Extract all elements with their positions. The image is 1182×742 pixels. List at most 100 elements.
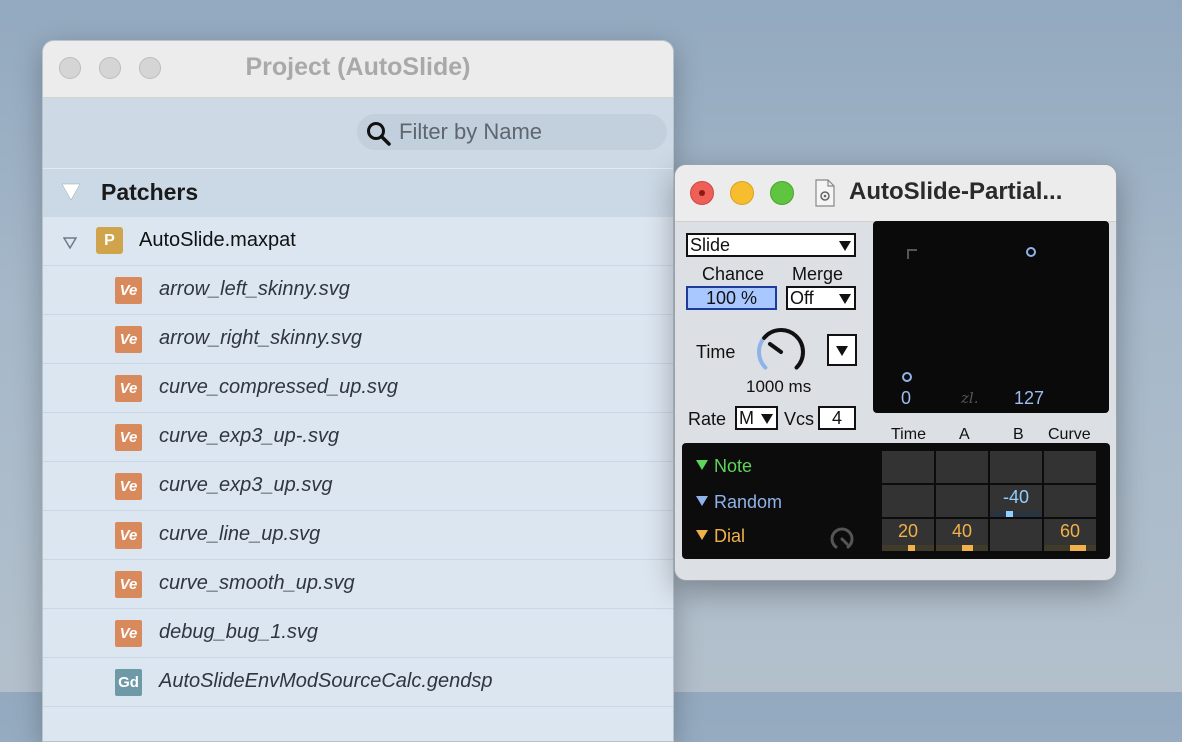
vcs-label: Vcs	[784, 409, 815, 429]
matrix-header-curve: Curve	[1048, 426, 1091, 443]
disclosure-triangle-icon[interactable]	[61, 183, 81, 206]
cell-bar-indicator	[962, 545, 973, 551]
file-name: AutoSlide.maxpat	[139, 229, 296, 251]
chevron-down-icon	[839, 294, 851, 304]
source-random[interactable]: Random	[696, 492, 782, 513]
file-row[interactable]: Ve curve_line_up.svg	[43, 511, 673, 560]
cell-note-time[interactable]	[882, 451, 934, 483]
close-button[interactable]	[690, 181, 714, 205]
device-window-title: AutoSlide-Partial...	[849, 178, 1063, 205]
vcs-number-box[interactable]: 4	[818, 406, 856, 430]
disclosure-open-icon[interactable]	[62, 236, 78, 254]
file-row[interactable]: Ve curve_compressed_up.svg	[43, 364, 673, 413]
corner-marker	[907, 249, 917, 259]
source-note[interactable]: Note	[696, 456, 752, 477]
section-label: Patchers	[101, 179, 199, 205]
source-note-label: Note	[714, 456, 753, 476]
triangle-down-icon	[696, 460, 708, 470]
project-search-bar: Filter by Name	[43, 98, 673, 168]
cell-value: -40	[1002, 487, 1029, 507]
vector-file-icon: Ve	[115, 473, 142, 500]
file-name: curve_compressed_up.svg	[159, 376, 399, 398]
rate-dropdown-value: M	[739, 408, 754, 428]
rate-dropdown[interactable]: M	[735, 406, 778, 430]
chance-number-box[interactable]: 100 %	[686, 286, 777, 310]
triangle-down-icon	[696, 496, 708, 506]
cell-bar	[990, 511, 1042, 517]
time-label: Time	[696, 342, 736, 362]
cell-value: 20	[897, 521, 919, 541]
patchers-section-header[interactable]: Patchers	[43, 168, 673, 217]
device-window: AutoSlide-Partial... Slide Chance 100 % …	[674, 164, 1117, 581]
xy-point-max[interactable]	[1026, 247, 1036, 257]
search-icon	[365, 120, 393, 153]
cell-random-a[interactable]	[936, 485, 988, 517]
mode-dropdown[interactable]: Slide	[686, 233, 856, 257]
source-dial-label: Dial	[714, 526, 746, 546]
project-title-bar[interactable]: Project (AutoSlide)	[43, 41, 673, 98]
merge-dropdown-value: Off	[790, 288, 814, 308]
xy-pad[interactable]: 0 zl. 127	[873, 221, 1109, 413]
vector-file-icon: Ve	[115, 375, 142, 402]
chance-label: Chance	[702, 264, 765, 284]
zoom-button[interactable]	[770, 181, 794, 205]
file-row[interactable]: Ve curve_exp3_up.svg	[43, 462, 673, 511]
patcher-file-icon: P	[96, 227, 123, 254]
cell-dial-a[interactable]: 40	[936, 519, 988, 551]
matrix-header-b: B	[1013, 426, 1024, 443]
cell-value: 60	[1059, 521, 1081, 541]
source-dial[interactable]: Dial	[696, 526, 745, 547]
time-mode-dropdown[interactable]	[827, 334, 857, 366]
merge-dropdown[interactable]: Off	[786, 286, 856, 310]
vector-file-icon: Ve	[115, 571, 142, 598]
vector-file-icon: Ve	[115, 424, 142, 451]
xy-max-label: 127	[1014, 388, 1045, 408]
filter-search-field[interactable]: Filter by Name	[357, 114, 667, 150]
matrix-header-time: Time	[891, 426, 926, 443]
search-placeholder: Filter by Name	[399, 119, 543, 144]
cell-random-time[interactable]	[882, 485, 934, 517]
minimize-button[interactable]	[730, 181, 754, 205]
file-row-root[interactable]: P AutoSlide.maxpat	[43, 217, 673, 266]
chevron-down-icon	[839, 241, 851, 251]
file-name: curve_smooth_up.svg	[159, 572, 355, 594]
file-row[interactable]: Ve arrow_left_skinny.svg	[43, 266, 673, 315]
cell-random-b[interactable]: -40	[990, 485, 1042, 517]
xy-min-label: 0	[901, 388, 912, 408]
cell-bar-indicator	[1070, 545, 1086, 551]
cell-dial-b[interactable]	[990, 519, 1042, 551]
file-row[interactable]: Gd AutoSlideEnvModSourceCalc.gendsp	[43, 658, 673, 707]
cell-bar	[882, 545, 934, 551]
dial-knob-icon[interactable]	[828, 525, 856, 553]
file-name: curve_exp3_up-.svg	[159, 425, 340, 447]
cell-note-b[interactable]	[990, 451, 1042, 483]
vector-file-icon: Ve	[115, 277, 142, 304]
cell-random-curve[interactable]	[1044, 485, 1096, 517]
mod-matrix: Note Random Dial -40 20 40 60	[682, 443, 1110, 559]
vector-file-icon: Ve	[115, 326, 142, 353]
device-title-bar[interactable]: AutoSlide-Partial...	[675, 165, 1116, 222]
file-row[interactable]: Ve debug_bug_1.svg	[43, 609, 673, 658]
cell-bar-indicator	[908, 545, 915, 551]
cell-dial-time[interactable]: 20	[882, 519, 934, 551]
matrix-header-a: A	[959, 426, 970, 443]
time-knob-needle	[767, 341, 783, 354]
time-value: 1000 ms	[746, 377, 812, 396]
file-name: arrow_left_skinny.svg	[159, 278, 350, 300]
file-row[interactable]: Ve curve_exp3_up-.svg	[43, 413, 673, 462]
triangle-down-icon	[696, 530, 708, 540]
cell-note-a[interactable]	[936, 451, 988, 483]
file-row[interactable]: Ve arrow_right_skinny.svg	[43, 315, 673, 364]
xy-point-min[interactable]	[902, 372, 912, 382]
file-name: AutoSlideEnvModSourceCalc.gendsp	[159, 670, 493, 692]
time-knob[interactable]	[753, 322, 809, 378]
locked-document-icon	[814, 179, 836, 212]
file-row[interactable]: Ve curve_smooth_up.svg	[43, 560, 673, 609]
file-name: curve_exp3_up.svg	[159, 474, 333, 496]
cell-bar-indicator	[1006, 511, 1013, 517]
vector-file-icon: Ve	[115, 522, 142, 549]
cell-note-curve[interactable]	[1044, 451, 1096, 483]
vector-file-icon: Ve	[115, 620, 142, 647]
time-knob-track	[762, 328, 805, 370]
cell-dial-curve[interactable]: 60	[1044, 519, 1096, 551]
